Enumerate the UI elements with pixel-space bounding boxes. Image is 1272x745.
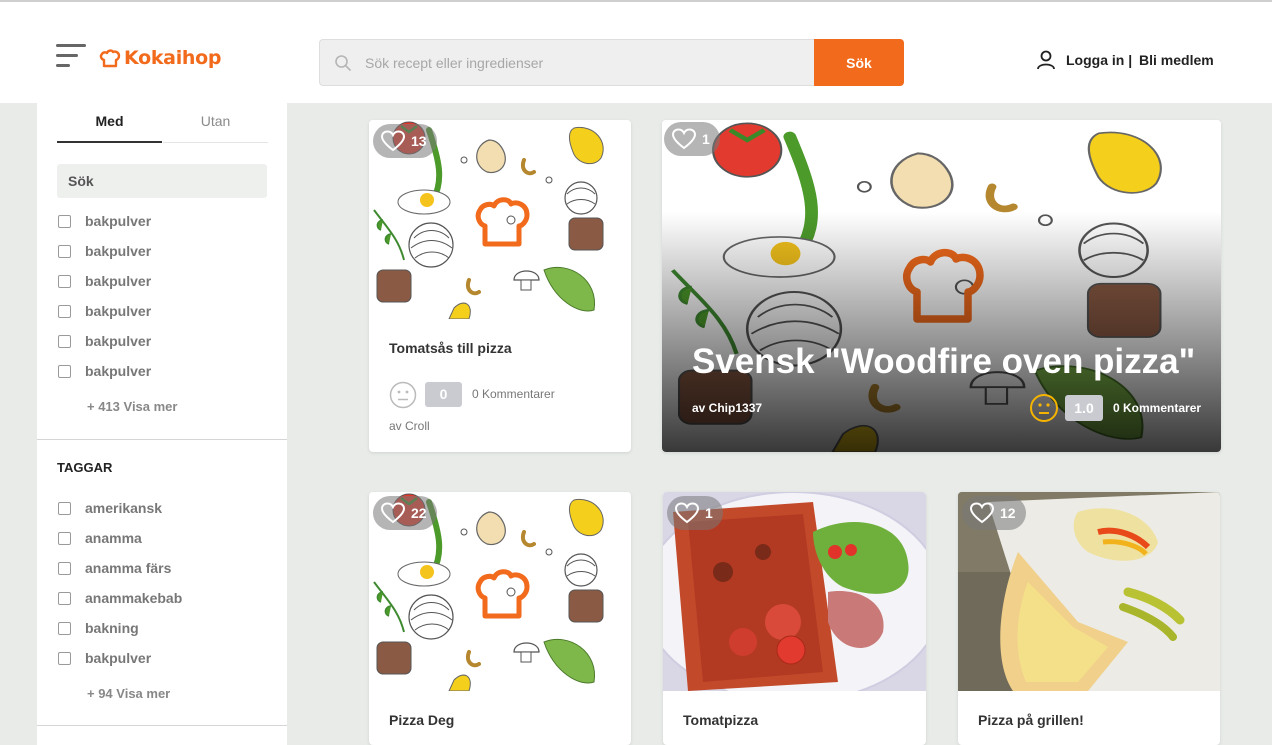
- rating-value: 1.0: [1065, 395, 1103, 421]
- ingredient-filter-item[interactable]: bakpulver: [58, 211, 151, 231]
- tag-filter-item[interactable]: bakning: [58, 618, 139, 638]
- comment-count[interactable]: 0 Kommentarer: [472, 387, 555, 401]
- recipe-card[interactable]: 1 Tomatpizza: [663, 492, 926, 745]
- tag-filter-item[interactable]: anammakebab: [58, 588, 182, 608]
- favorite-count: 22: [411, 505, 427, 521]
- ingredient-label: bakpulver: [85, 273, 152, 289]
- ingredients-show-more-link[interactable]: + 413 Visa mer: [87, 399, 177, 414]
- checkbox[interactable]: [58, 334, 71, 348]
- ingredient-filter-item[interactable]: bakpulver: [58, 271, 151, 291]
- divider: [37, 439, 287, 440]
- recipe-card[interactable]: 22 Pizza Deg: [369, 492, 631, 745]
- checkbox[interactable]: [58, 561, 71, 575]
- favorite-badge[interactable]: 12: [962, 496, 1026, 530]
- recipe-author[interactable]: av Croll: [389, 419, 430, 433]
- tag-label: anamma: [85, 530, 142, 546]
- kokaihop-logo[interactable]: Kokaihop: [99, 44, 222, 72]
- search-button[interactable]: Sök: [814, 39, 904, 86]
- recipe-title[interactable]: Svensk "Woodfire oven pizza": [692, 342, 1195, 382]
- search-bar: [319, 39, 815, 86]
- tab-utan[interactable]: Utan: [163, 103, 268, 143]
- checkbox[interactable]: [58, 274, 71, 288]
- tag-label: bakpulver: [85, 650, 152, 666]
- ingredient-filter-item[interactable]: bakpulver: [58, 241, 151, 261]
- tags-section-title: TAGGAR: [57, 460, 113, 475]
- comment-count[interactable]: 0 Kommentarer: [1113, 401, 1201, 415]
- signup-link[interactable]: Bli medlem: [1139, 52, 1214, 68]
- recipe-title[interactable]: Pizza Deg: [389, 712, 454, 728]
- ingredient-filter-item[interactable]: bakpulver: [58, 331, 151, 351]
- tag-label: amerikansk: [85, 500, 163, 516]
- neutral-face-icon: [389, 381, 417, 409]
- ingredient-filter-item[interactable]: bakpulver: [58, 361, 151, 381]
- rating-value: 0: [425, 382, 462, 407]
- heart-icon: [381, 502, 405, 524]
- ingredient-label: bakpulver: [85, 243, 152, 259]
- recipe-title[interactable]: Tomatsås till pizza: [389, 340, 512, 356]
- favorite-badge[interactable]: 1: [667, 496, 723, 530]
- ingredient-label: bakpulver: [85, 333, 152, 349]
- favorite-count: 1: [702, 131, 710, 147]
- ingredient-label: bakpulver: [85, 303, 152, 319]
- checkbox[interactable]: [58, 651, 71, 665]
- tab-med[interactable]: Med: [57, 103, 162, 143]
- ingredient-filter-item[interactable]: bakpulver: [58, 301, 151, 321]
- favorite-count: 13: [411, 133, 427, 149]
- heart-icon: [675, 502, 699, 524]
- search-input[interactable]: [365, 52, 795, 74]
- favorite-count: 1: [705, 505, 713, 521]
- heart-icon: [970, 502, 994, 524]
- tag-filter-item[interactable]: amerikansk: [58, 498, 162, 518]
- search-icon: [335, 55, 351, 71]
- tag-label: bakning: [85, 620, 139, 636]
- recipe-title[interactable]: Tomatpizza: [683, 712, 758, 728]
- ingredient-label: bakpulver: [85, 363, 152, 379]
- tag-label: anamma färs: [85, 560, 172, 576]
- tag-label: anammakebab: [85, 590, 183, 606]
- featured-recipe-card[interactable]: 1 Svensk "Woodfire oven pizza" av Chip13…: [662, 120, 1221, 452]
- checkbox[interactable]: [58, 214, 71, 228]
- logo-text: Kokaihop: [124, 47, 222, 69]
- neutral-face-icon: [1030, 394, 1058, 422]
- recipe-card[interactable]: 12 Pizza på grillen!: [958, 492, 1220, 745]
- checkbox[interactable]: [58, 531, 71, 545]
- recipe-author[interactable]: av Chip1337: [692, 401, 762, 415]
- favorite-badge[interactable]: 22: [373, 496, 437, 530]
- ingredient-search-input[interactable]: Sök: [57, 164, 267, 198]
- tag-filter-item[interactable]: bakpulver: [58, 648, 151, 668]
- favorite-count: 12: [1000, 505, 1016, 521]
- recipe-card[interactable]: 13 Tomatsås till pizza 0 0 Kommentarer a…: [369, 120, 631, 452]
- tags-show-more-link[interactable]: + 94 Visa mer: [87, 686, 170, 701]
- checkbox[interactable]: [58, 591, 71, 605]
- recipe-title[interactable]: Pizza på grillen!: [978, 712, 1084, 728]
- favorite-badge[interactable]: 13: [373, 124, 437, 158]
- tag-filter-item[interactable]: anamma färs: [58, 558, 171, 578]
- filter-sidebar: Med Utan Sök bakpulver bakpulver bakpulv…: [37, 103, 287, 745]
- login-link[interactable]: Logga in |: [1066, 52, 1132, 68]
- divider: [37, 725, 287, 726]
- ingredient-label: bakpulver: [85, 213, 152, 229]
- tag-filter-item[interactable]: anamma: [58, 528, 142, 548]
- checkbox[interactable]: [58, 244, 71, 258]
- checkbox[interactable]: [58, 501, 71, 515]
- image-dark-gradient: [662, 212, 1221, 452]
- checkbox[interactable]: [58, 304, 71, 318]
- favorite-badge[interactable]: 1: [664, 122, 720, 156]
- hamburger-menu-icon[interactable]: [56, 44, 86, 68]
- heart-icon: [381, 130, 405, 152]
- top-header: Kokaihop Sök Logga in | Bli medlem: [0, 0, 1272, 103]
- chef-hat-logo-icon: [99, 49, 121, 68]
- heart-icon: [672, 128, 696, 150]
- user-icon[interactable]: [1036, 50, 1056, 70]
- checkbox[interactable]: [58, 364, 71, 378]
- checkbox[interactable]: [58, 621, 71, 635]
